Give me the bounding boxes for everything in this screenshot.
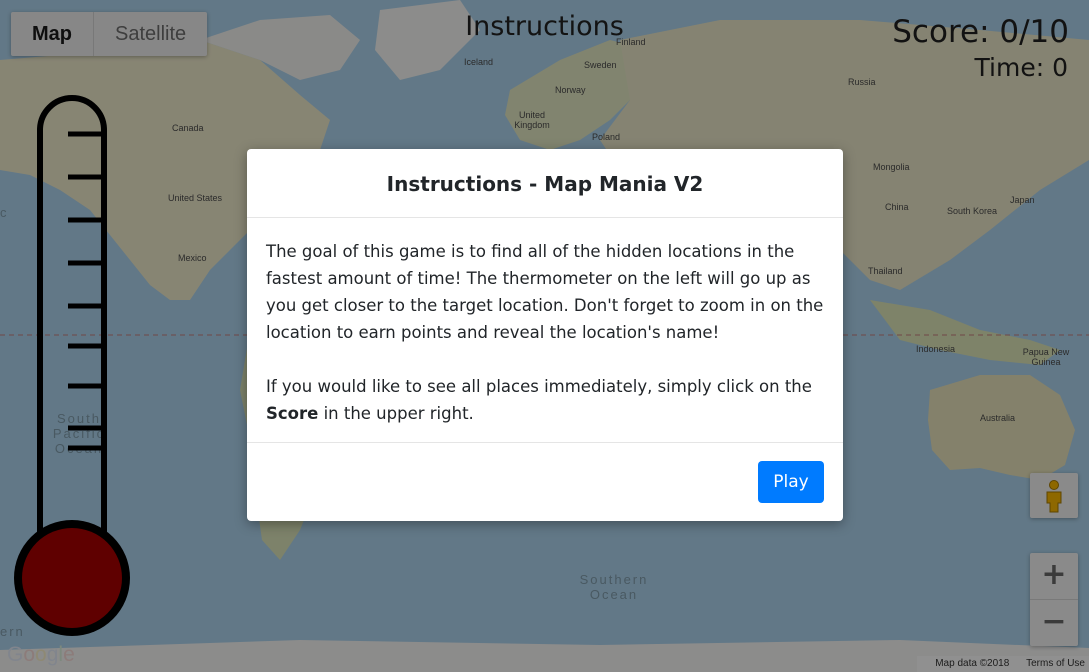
score-hint-text-after: in the upper right. <box>318 404 474 423</box>
play-button[interactable]: Play <box>758 461 824 503</box>
instructions-modal: Instructions - Map Mania V2 The goal of … <box>247 149 843 521</box>
modal-footer: Play <box>247 443 843 521</box>
instructions-paragraph: The goal of this game is to find all of … <box>266 242 824 342</box>
score-hint-paragraph: If you would like to see all places imme… <box>266 373 824 427</box>
score-hint-bold: Score <box>266 404 319 423</box>
modal-title: Instructions - Map Mania V2 <box>386 172 704 196</box>
modal-body: The goal of this game is to find all of … <box>247 218 843 443</box>
modal-header: Instructions - Map Mania V2 <box>247 149 843 218</box>
score-hint-text-before: If you would like to see all places imme… <box>266 377 812 396</box>
